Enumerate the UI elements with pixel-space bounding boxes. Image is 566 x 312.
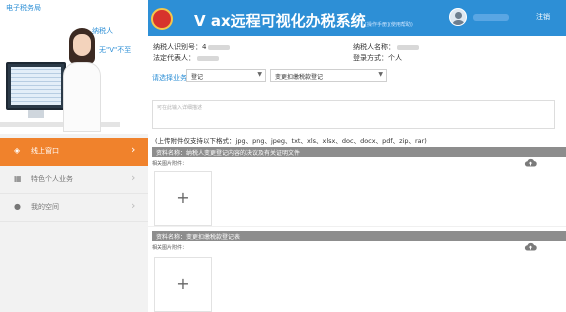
chevron-right-icon: › [131,143,136,156]
window-icon: ◈ [14,146,21,155]
business-category-select[interactable]: 登记 ▼ [186,69,266,82]
user-name-blurred [473,14,509,21]
plus-icon: + [176,188,190,207]
help-link[interactable]: [操作手册](使用帮助) [365,21,413,28]
sidebar-item-label: 我的空间 [31,203,59,211]
chevron-right-icon: › [131,171,136,184]
avatar[interactable] [449,8,467,26]
plus-icon: + [176,274,190,293]
sidebar-item-label: 特色个人业务 [31,175,73,183]
cloud-upload-icon[interactable] [524,242,537,251]
taxpayer-id-value: 4 [202,43,207,51]
login-method-value: 个人 [388,54,402,62]
national-emblem-icon [151,8,173,30]
chevron-down-icon: ▼ [257,71,262,78]
business-label: 请选择业务 [152,74,187,82]
taxpayer-name: 纳税人名称： [353,42,419,52]
upload-format-note: (上传附件仅支持以下格式：jpg、png、jpeg、txt、xls、xlsx、d… [155,137,427,145]
business-item-select[interactable]: 变更扣缴税款登记 ▼ [270,69,387,82]
login-method: 登录方式：个人 [353,53,402,63]
description-placeholder: 可在此输入详细描述 [157,105,203,111]
chevron-right-icon: › [131,199,136,212]
monitor-illustration [6,62,66,110]
taxpayer-id: 纳税人识别号：4 [153,42,231,52]
attachment-label: 相关图片附件： [152,245,188,251]
description-textarea[interactable]: 可在此输入详细描述 [152,100,555,129]
sidebar-caption: 电子税务局 [6,4,41,12]
system-title: V ax远程可视化办税系统 [194,12,366,30]
taxpayer-id-label: 纳税人识别号： [153,43,202,51]
sidebar: 电子税务局 纳税人 无"V"不至 ◈ 线上窗口 › ▦ 特色个人业务 › ● 我… [0,0,148,312]
person-illustration [60,28,104,132]
section-divider [148,226,566,227]
business-item-value: 变更扣缴税款登记 [275,74,324,81]
registered-label: 法定代表人： [153,54,195,62]
sidebar-banner: 电子税务局 纳税人 无"V"不至 [0,0,148,134]
section-header: 资料名称：纳税人变更登记内容的决议及有关证明文件 [152,147,566,157]
grid-icon: ▦ [14,174,22,183]
logout-button[interactable]: 注销 [536,12,550,22]
chevron-down-icon: ▼ [378,71,383,78]
taxpayer-registered: 法定代表人： [153,53,219,63]
sidebar-item-personal-business[interactable]: ▦ 特色个人业务 › [0,166,148,194]
upload-button[interactable]: + [154,257,212,312]
sidebar-item-my-space[interactable]: ● 我的空间 › [0,194,148,222]
login-method-label: 登录方式： [353,54,388,62]
sidebar-item-online-window[interactable]: ◈ 线上窗口 › [0,138,148,166]
monitor-stand [28,110,44,118]
taxpayer-name-label: 纳税人名称： [353,43,395,51]
attachment-label: 相关图片附件： [152,161,188,167]
cloud-upload-icon[interactable] [524,158,537,167]
user-icon: ● [14,202,21,211]
sidebar-item-label: 线上窗口 [31,147,59,155]
business-category-value: 登记 [191,74,204,81]
section-header: 资料名称：变更扣缴税款登记表 [152,231,566,241]
upload-button[interactable]: + [154,171,212,226]
